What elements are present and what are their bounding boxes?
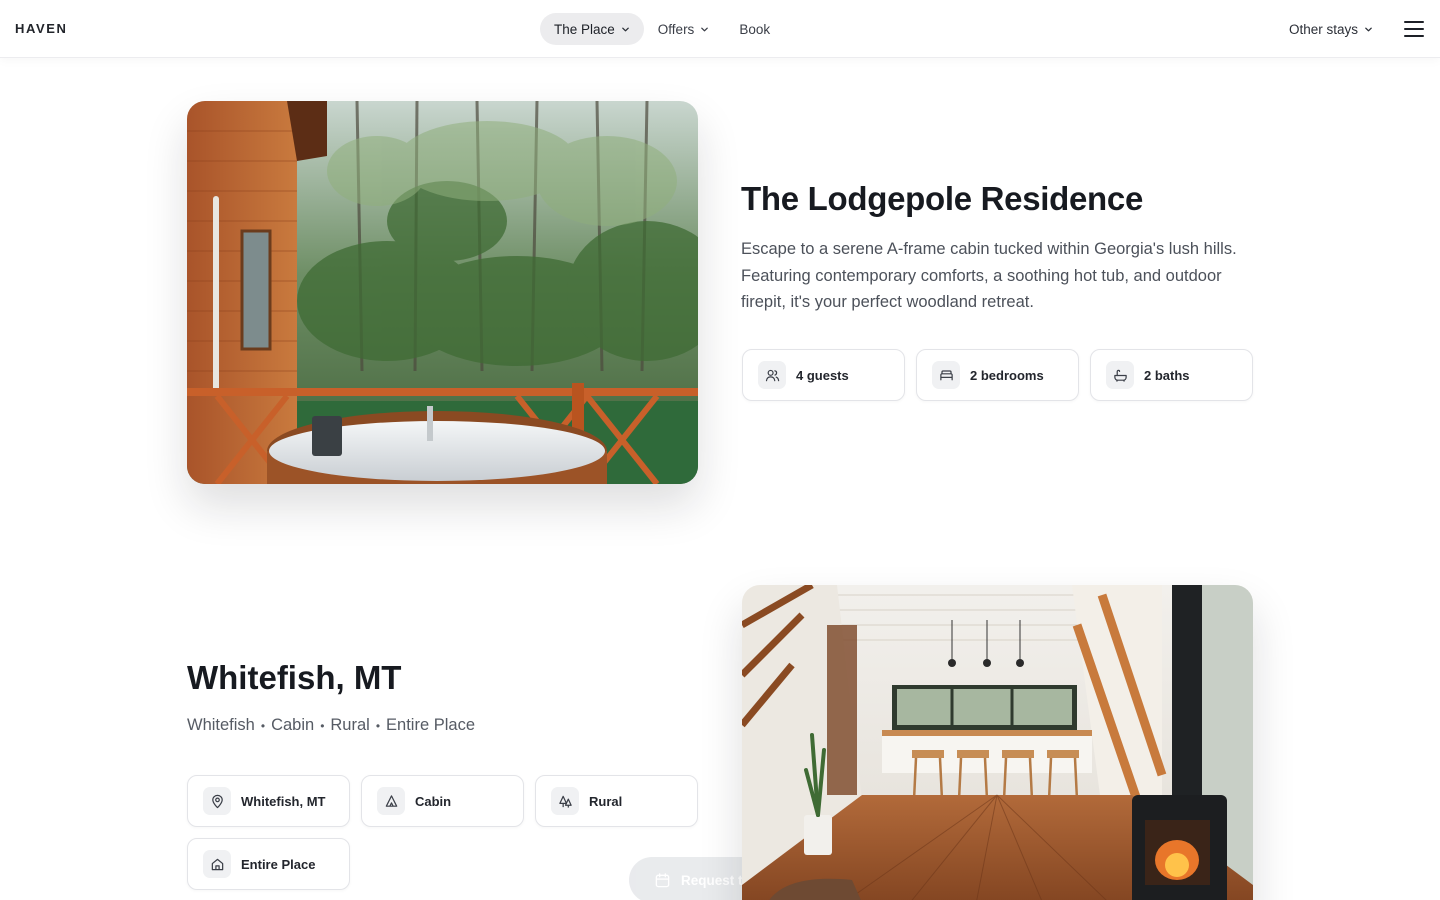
chevron-down-icon bbox=[1365, 27, 1372, 31]
location-chip-label: Entire Place bbox=[241, 856, 316, 872]
nav-the-place[interactable]: The Place bbox=[540, 13, 644, 45]
tag-separator: • bbox=[375, 718, 381, 733]
listing-description: Escape to a serene A-frame cabin tucked … bbox=[741, 240, 1237, 311]
primary-nav: The Place Offers Book bbox=[540, 13, 784, 45]
listing-title: The Lodgepole Residence bbox=[741, 180, 1144, 217]
location-title: Whitefish, MT bbox=[187, 659, 402, 696]
feature-label: 4 guests bbox=[796, 367, 849, 383]
haven-logo[interactable]: HAVEN bbox=[15, 21, 68, 36]
feature-chip-baths: 2 baths bbox=[1090, 349, 1253, 401]
bath-icon bbox=[1106, 361, 1134, 389]
home-icon bbox=[203, 850, 231, 878]
bed-icon bbox=[932, 361, 960, 389]
nav-book-label: Book bbox=[739, 21, 771, 37]
chevron-down-icon bbox=[621, 27, 629, 31]
location-chip-place: Whitefish, MT bbox=[187, 775, 350, 827]
location-tags: Whitefish • Cabin • Rural • Entire Place bbox=[187, 716, 475, 735]
feature-chip-bedrooms: 2 bedrooms bbox=[916, 349, 1079, 401]
map-pin-icon bbox=[203, 787, 231, 815]
hot-tub-photo bbox=[187, 101, 698, 484]
trees-icon bbox=[551, 787, 579, 815]
other-stays-dropdown[interactable]: Other stays bbox=[1289, 13, 1373, 45]
nav-the-place-label: The Place bbox=[554, 21, 615, 37]
top-nav-bar: HAVEN The Place Offers Book Other stays bbox=[0, 0, 1440, 58]
tag-separator: • bbox=[260, 718, 266, 733]
tag-text: Rural bbox=[330, 716, 370, 734]
nav-offers[interactable]: Offers bbox=[644, 13, 724, 45]
tent-icon bbox=[377, 787, 405, 815]
location-chip-label: Cabin bbox=[415, 793, 452, 809]
location-chip-label: Rural bbox=[589, 793, 623, 809]
nav-offers-label: Offers bbox=[657, 21, 695, 37]
tag-text: Whitefish bbox=[187, 716, 255, 734]
chevron-down-icon bbox=[701, 27, 709, 31]
feature-label: 2 bedrooms bbox=[970, 367, 1044, 383]
other-stays-label: Other stays bbox=[1288, 21, 1358, 37]
nav-book[interactable]: Book bbox=[723, 13, 784, 45]
guests-icon bbox=[758, 361, 786, 389]
location-chip-label: Whitefish, MT bbox=[241, 793, 326, 809]
tag-separator: • bbox=[320, 718, 325, 733]
tag-text: Entire Place bbox=[386, 716, 475, 734]
location-chip-type: Cabin bbox=[361, 775, 524, 827]
location-chip-setting: Rural bbox=[535, 775, 698, 827]
hamburger-menu-icon[interactable] bbox=[1404, 21, 1424, 37]
feature-label: 2 baths bbox=[1144, 367, 1190, 383]
feature-chip-guests: 4 guests bbox=[742, 349, 905, 401]
calendar-icon bbox=[655, 872, 670, 887]
location-chip-space: Entire Place bbox=[187, 838, 350, 890]
cabin-interior-photo bbox=[742, 585, 1253, 900]
tag-text: Cabin bbox=[271, 716, 315, 734]
